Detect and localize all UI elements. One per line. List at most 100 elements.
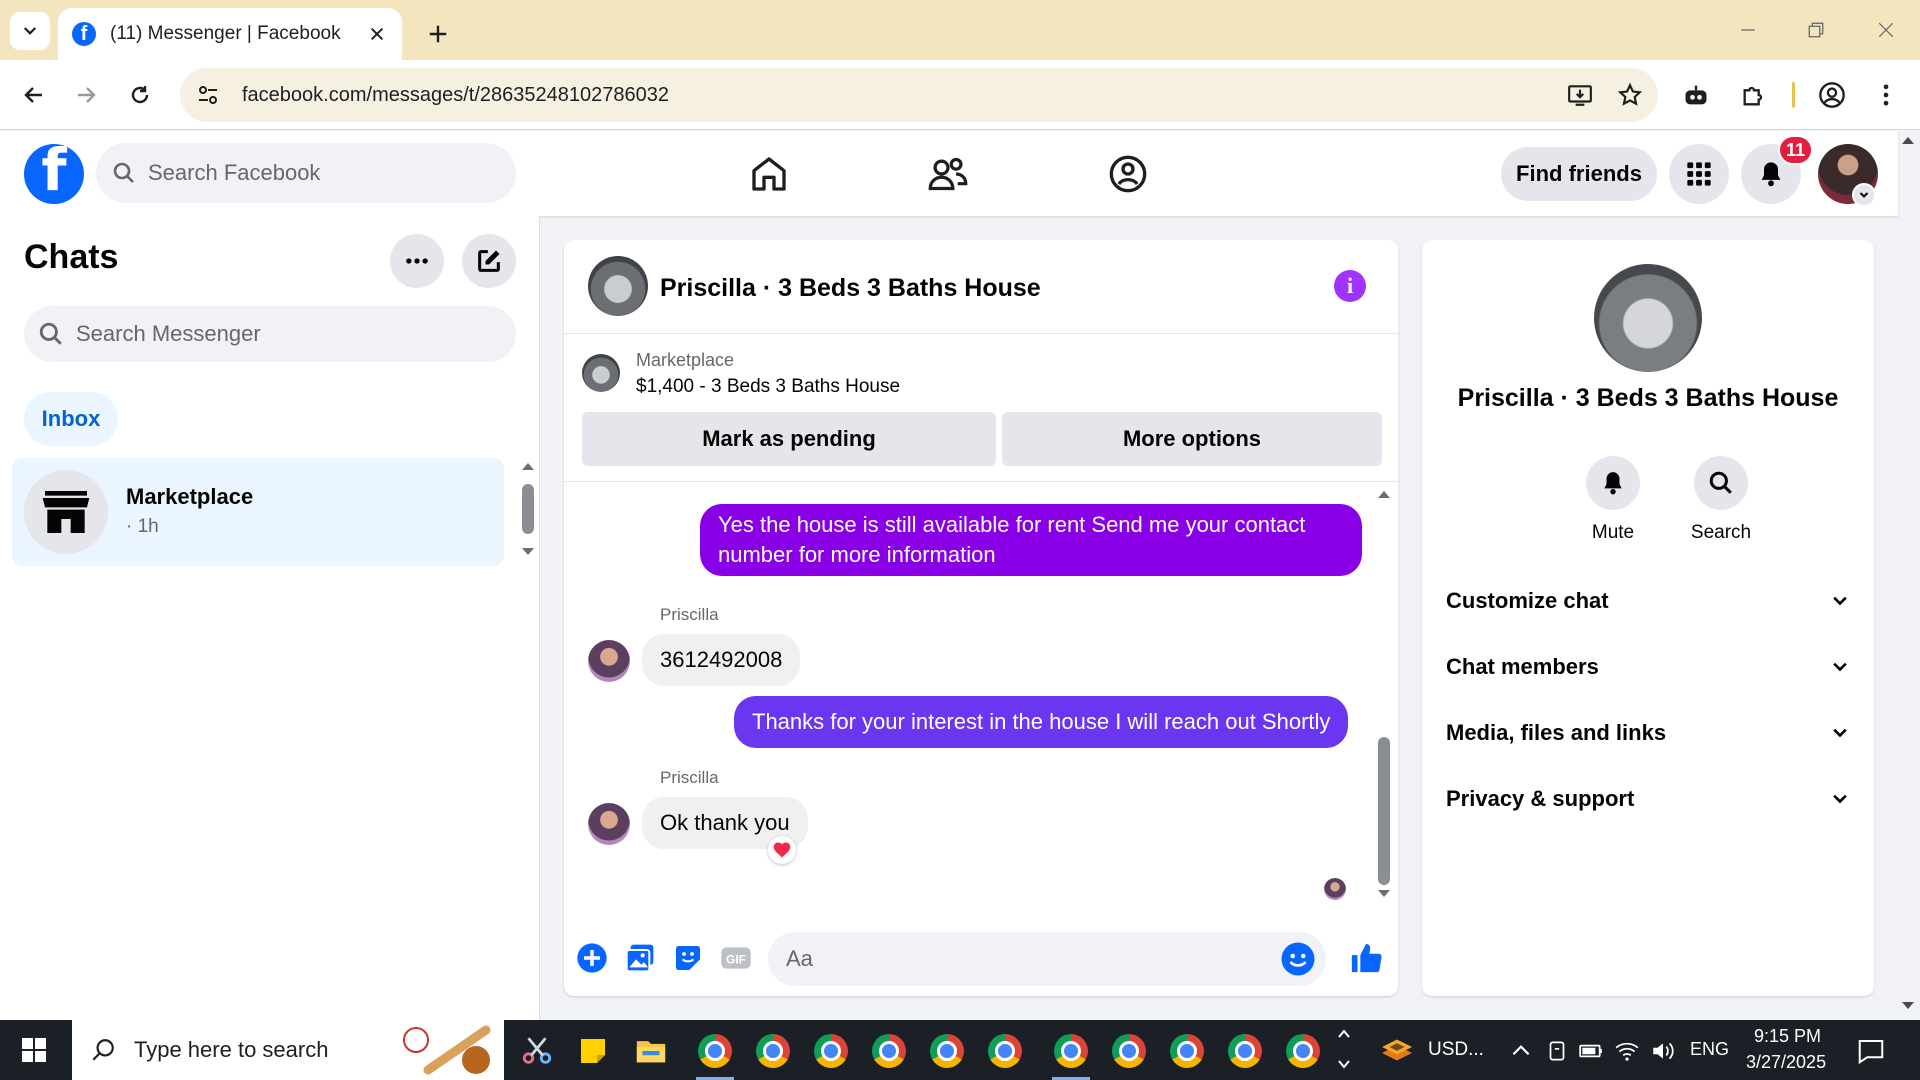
show-hidden-icons-icon[interactable] [1508, 1038, 1534, 1064]
taskbar-search-input[interactable]: Type here to search [72, 1020, 504, 1080]
listing-title[interactable]: $1,400 - 3 Beds 3 Baths House [636, 376, 900, 398]
photo-gallery-icon[interactable] [622, 940, 658, 976]
address-bar[interactable]: facebook.com/messages/t/2863524810278603… [180, 68, 1658, 122]
scroll-down-arrow-icon[interactable] [1376, 888, 1392, 900]
page-scroll-up-icon[interactable] [1900, 134, 1916, 146]
sender-avatar[interactable] [588, 803, 630, 845]
message-input[interactable]: Aa [768, 932, 1326, 986]
chrome-app[interactable] [1104, 1026, 1154, 1076]
facebook-logo-icon[interactable]: f [24, 144, 84, 204]
browser-menu-icon[interactable] [1866, 75, 1906, 115]
bell-icon [1586, 456, 1640, 510]
restore-button[interactable] [1788, 10, 1844, 50]
mute-action[interactable]: Mute [1568, 456, 1658, 544]
incoming-message[interactable]: 3612492008 [642, 634, 801, 686]
chat-list-item-marketplace[interactable]: Marketplace · 1h [12, 458, 504, 566]
menu-grid-button[interactable] [1669, 144, 1729, 204]
messenger-search-placeholder: Search Messenger [76, 321, 261, 346]
info-name[interactable]: Priscilla · 3 Beds 3 Baths House [1422, 384, 1874, 413]
chrome-app-active[interactable] [1046, 1026, 1096, 1080]
language-indicator[interactable]: ENG [1690, 1039, 1729, 1060]
find-friends-button[interactable]: Find friends [1501, 147, 1657, 201]
chrome-app[interactable] [1162, 1026, 1212, 1076]
snipping-tool-app[interactable] [512, 1026, 562, 1076]
chrome-app[interactable] [1278, 1026, 1328, 1076]
url-text[interactable]: facebook.com/messages/t/2863524810278603… [242, 84, 1558, 107]
chrome-app[interactable] [864, 1026, 914, 1076]
conversation-avatar[interactable] [588, 256, 648, 316]
reload-button[interactable] [120, 75, 160, 115]
messenger-search-input[interactable]: Search Messenger [24, 306, 516, 362]
meet-now-icon[interactable] [1544, 1038, 1570, 1064]
install-app-icon[interactable] [1558, 73, 1602, 117]
tab-search-button[interactable] [10, 12, 50, 50]
account-chevron-icon[interactable] [1852, 183, 1876, 207]
search-in-conversation-action[interactable]: Search [1676, 456, 1766, 544]
privacy-support-section[interactable]: Privacy & support [1422, 766, 1874, 832]
chrome-app[interactable] [806, 1026, 856, 1076]
facebook-search-input[interactable]: Search Facebook [96, 143, 516, 203]
sticky-notes-app[interactable] [568, 1026, 618, 1076]
volume-icon[interactable] [1650, 1038, 1676, 1064]
battery-icon[interactable] [1578, 1038, 1604, 1064]
forward-button[interactable] [66, 75, 106, 115]
info-avatar[interactable] [1594, 264, 1702, 372]
bookmark-star-icon[interactable] [1608, 73, 1652, 117]
clock-time[interactable]: 9:15 PM [1754, 1026, 1821, 1047]
currency-stack-icon[interactable] [1378, 1032, 1416, 1068]
friends-nav-button[interactable] [918, 149, 978, 199]
home-nav-button[interactable] [739, 149, 799, 199]
close-window-button[interactable] [1858, 10, 1914, 50]
gif-icon[interactable]: GIF [718, 940, 754, 976]
browser-tab-active[interactable]: f (11) Messenger | Facebook [58, 8, 402, 60]
inbox-filter-tab[interactable]: Inbox [24, 392, 118, 446]
minimize-button[interactable] [1720, 10, 1776, 50]
heart-reaction-icon[interactable] [768, 836, 796, 864]
chat-members-section[interactable]: Chat members [1422, 634, 1874, 700]
emoji-icon[interactable] [1280, 941, 1316, 977]
extensions-puzzle-icon[interactable] [1734, 75, 1774, 115]
new-tab-button[interactable] [420, 16, 456, 52]
clock-date[interactable]: 3/27/2025 [1746, 1052, 1826, 1073]
chrome-app[interactable] [922, 1026, 972, 1076]
windows-start-icon[interactable] [14, 1034, 54, 1066]
sidebar-scrollbar-thumb[interactable] [522, 484, 534, 534]
chrome-app-active[interactable] [690, 1026, 740, 1080]
chrome-app[interactable] [748, 1026, 798, 1076]
outgoing-message[interactable]: Yes the house is still available for ren… [700, 504, 1362, 576]
customize-chat-section[interactable]: Customize chat [1422, 568, 1874, 634]
chrome-app[interactable] [1220, 1026, 1270, 1076]
mark-as-pending-button[interactable]: Mark as pending [582, 412, 996, 466]
scroll-up-arrow-icon[interactable] [1376, 488, 1392, 500]
message-scrollbar-thumb[interactable] [1378, 737, 1390, 885]
new-message-button[interactable] [462, 234, 516, 288]
back-button[interactable] [14, 75, 54, 115]
taskbar-scroll-up-icon[interactable] [1336, 1026, 1352, 1042]
copilot-extension-icon[interactable] [1676, 75, 1716, 115]
sender-avatar[interactable] [588, 640, 630, 682]
listing-thumbnail[interactable] [582, 354, 620, 392]
chrome-icon [814, 1034, 848, 1068]
groups-nav-button[interactable] [1098, 149, 1158, 199]
more-options-button[interactable]: More options [1002, 412, 1382, 466]
profile-account-icon[interactable] [1812, 75, 1852, 115]
outgoing-message[interactable]: Thanks for your interest in the house I … [734, 696, 1349, 748]
chat-options-button[interactable] [390, 234, 444, 288]
site-info-icon[interactable] [186, 73, 230, 117]
info-icon[interactable]: i [1334, 270, 1366, 302]
scroll-up-arrow-icon[interactable] [520, 460, 536, 472]
chrome-app[interactable] [980, 1026, 1030, 1076]
thumbs-up-icon[interactable] [1348, 940, 1384, 976]
conversation-title[interactable]: Priscilla · 3 Beds 3 Baths House [660, 274, 1041, 303]
tab-close-icon[interactable] [366, 23, 388, 45]
notification-center-icon[interactable] [1856, 1036, 1886, 1066]
plus-circle-icon[interactable] [574, 940, 610, 976]
scroll-down-arrow-icon[interactable] [520, 546, 536, 558]
file-explorer-app[interactable] [626, 1026, 676, 1076]
taskbar-scroll-down-icon[interactable] [1336, 1056, 1352, 1072]
sticker-icon[interactable] [670, 940, 706, 976]
currency-widget-text[interactable]: USD... [1428, 1039, 1484, 1061]
page-scroll-down-icon[interactable] [1900, 1000, 1916, 1012]
wifi-icon[interactable] [1614, 1038, 1640, 1064]
media-files-links-section[interactable]: Media, files and links [1422, 700, 1874, 766]
